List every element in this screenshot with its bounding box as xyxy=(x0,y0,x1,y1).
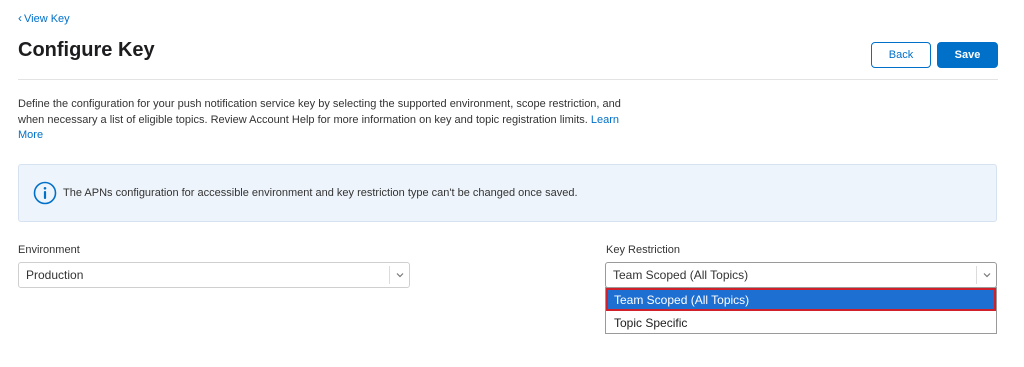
info-icon xyxy=(33,181,57,205)
option-team-scoped[interactable]: Team Scoped (All Topics) xyxy=(606,288,996,311)
option-topic-specific[interactable]: Topic Specific xyxy=(606,311,996,334)
header-divider xyxy=(18,79,998,80)
view-key-link-label: View Key xyxy=(24,13,70,25)
environment-label: Environment xyxy=(18,244,80,256)
info-notice-text: The APNs configuration for accessible en… xyxy=(63,187,578,199)
key-restriction-value: Team Scoped (All Topics) xyxy=(613,268,749,282)
page-description: Define the configuration for your push n… xyxy=(18,97,628,144)
description-text: Define the configuration for your push n… xyxy=(18,98,621,126)
back-button[interactable]: Back xyxy=(871,42,931,68)
save-button[interactable]: Save xyxy=(937,42,998,68)
environment-value: Production xyxy=(26,268,84,282)
chevron-down-icon xyxy=(389,266,409,284)
view-key-link[interactable]: ‹ View Key xyxy=(18,11,70,25)
environment-select[interactable]: Production xyxy=(18,262,410,288)
key-restriction-select[interactable]: Team Scoped (All Topics) xyxy=(605,262,997,288)
chevron-left-icon: ‹ xyxy=(18,11,22,25)
page-title: Configure Key xyxy=(18,39,155,61)
info-notice: The APNs configuration for accessible en… xyxy=(18,164,997,222)
key-restriction-label: Key Restriction xyxy=(606,244,680,256)
chevron-down-icon xyxy=(976,266,996,284)
key-restriction-dropdown: Team Scoped (All Topics) Topic Specific xyxy=(605,287,997,334)
